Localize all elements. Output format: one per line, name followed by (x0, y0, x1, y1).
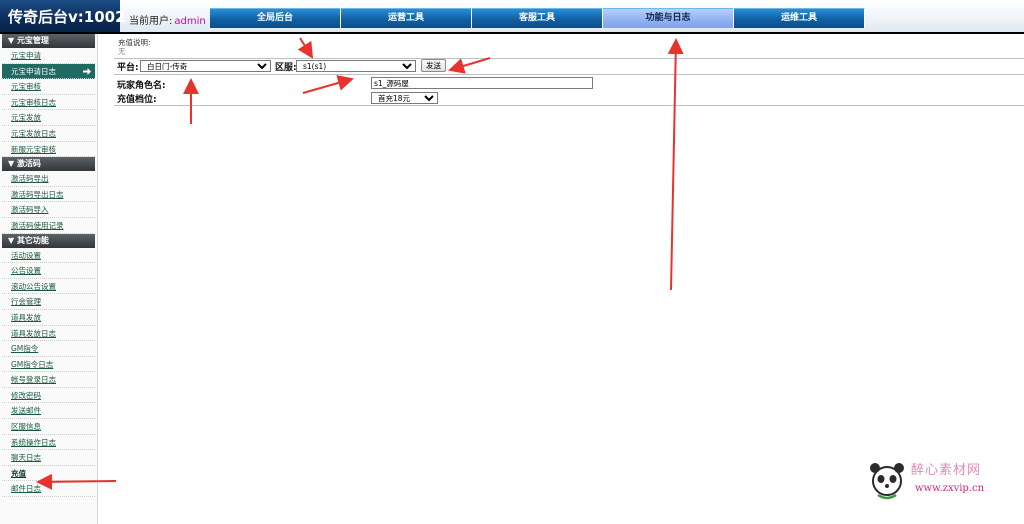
tier-select[interactable]: 首充18元 (371, 92, 438, 104)
watermark: 醉心素材网 www.zxvip.cn (865, 455, 1015, 503)
sidebar-item[interactable]: 修改密码 (2, 388, 95, 404)
sidebar-item[interactable]: 元宝发放 (2, 110, 95, 126)
arrow-right-icon (83, 67, 91, 75)
current-user: 当前用户: admin (129, 12, 206, 27)
sidebar-item[interactable]: 元宝审核 (2, 79, 95, 95)
sidebar-group-ingot[interactable]: ▼ 元宝管理 (2, 34, 95, 48)
current-user-label: 当前用户: (129, 16, 173, 27)
app-title: 传奇后台v:1002 (0, 0, 126, 32)
sidebar-item[interactable]: 新服元宝审核 (2, 142, 95, 158)
sidebar-item-active[interactable]: 元宝申请日志 (2, 63, 95, 80)
sidebar: ▼ 元宝管理 元宝申请 元宝申请日志 元宝审核 元宝审核日志 元宝发放 元宝发放… (0, 34, 98, 524)
sidebar-item[interactable]: 发送邮件 (2, 403, 95, 420)
sidebar-item[interactable]: GM指令 (2, 341, 95, 357)
sidebar-item[interactable]: 帐号登录日志 (2, 372, 95, 388)
send-button[interactable]: 发送 (421, 59, 446, 72)
sidebar-item-recharge[interactable]: 充值 (2, 466, 95, 482)
arrow-to-server (297, 37, 314, 59)
tab-operations[interactable]: 运营工具 (341, 8, 472, 28)
sidebar-item[interactable]: 元宝申请 (2, 48, 95, 64)
sidebar-item[interactable]: 区服信息 (2, 419, 95, 435)
sidebar-item[interactable]: 激活码导出 (2, 171, 95, 187)
platform-select[interactable]: 白日门-传奇 (140, 60, 271, 72)
sidebar-item[interactable]: 聊天日志 (2, 450, 95, 466)
sidebar-item-label: 元宝申请日志 (11, 66, 56, 76)
username: admin (174, 16, 206, 27)
sidebar-group-activation-code[interactable]: ▼ 激活码 (2, 157, 95, 172)
sidebar-item[interactable]: 激活码导出日志 (2, 187, 95, 203)
watermark-line2: www.zxvip.cn (915, 483, 985, 494)
recharge-desc-value: 无 (118, 47, 126, 56)
tier-label: 充值档位: (117, 95, 157, 105)
arrow-to-send (448, 57, 491, 74)
top-header: 传奇后台v:1002 当前用户: admin 全局后台 运营工具 客服工具 功能与… (0, 0, 1024, 34)
tab-customer-service[interactable]: 客服工具 (472, 8, 603, 28)
divider (114, 58, 1024, 59)
sidebar-item[interactable]: GM指令日志 (2, 357, 95, 373)
sidebar-item[interactable]: 系统操作日志 (2, 435, 95, 451)
sidebar-item[interactable]: 滚动公告设置 (2, 279, 95, 295)
sidebar-item[interactable]: 行会管理 (2, 294, 95, 310)
server-select[interactable]: s1(s1) (296, 60, 416, 72)
divider (114, 74, 1024, 75)
sidebar-item[interactable]: 公告设置 (2, 263, 95, 279)
tab-maintenance[interactable]: 运维工具 (734, 8, 865, 28)
sidebar-item[interactable]: 元宝审核日志 (2, 95, 95, 111)
arrow-to-player-input (302, 75, 354, 94)
watermark-line1: 醉心素材网 (911, 463, 982, 478)
top-nav: 全局后台 运营工具 客服工具 功能与日志 运维工具 (210, 8, 865, 28)
sidebar-item[interactable]: 激活码导入 (2, 202, 95, 218)
tab-global[interactable]: 全局后台 (210, 8, 341, 28)
sidebar-item[interactable]: 道具发放 (2, 310, 95, 326)
sidebar-group-other[interactable]: ▼ 其它功能 (2, 233, 95, 248)
tab-functions-logs[interactable]: 功能与日志 (603, 8, 734, 28)
sidebar-item[interactable]: 道具发放日志 (2, 326, 95, 342)
player-name-input[interactable] (371, 77, 593, 89)
platform-label: 平台: (117, 63, 139, 73)
sidebar-item[interactable]: 激活码使用记录 (2, 218, 95, 234)
sidebar-item[interactable]: 元宝发放日志 (2, 126, 95, 142)
player-name-label: 玩家角色名: (117, 81, 166, 91)
panda-icon (870, 463, 904, 500)
sidebar-item[interactable]: 邮件日志 (2, 481, 95, 498)
arrow-to-tab-functions (667, 38, 684, 291)
sidebar-item[interactable]: 活动设置 (2, 248, 95, 264)
divider (114, 105, 1024, 106)
server-label: 区服: (275, 63, 297, 73)
